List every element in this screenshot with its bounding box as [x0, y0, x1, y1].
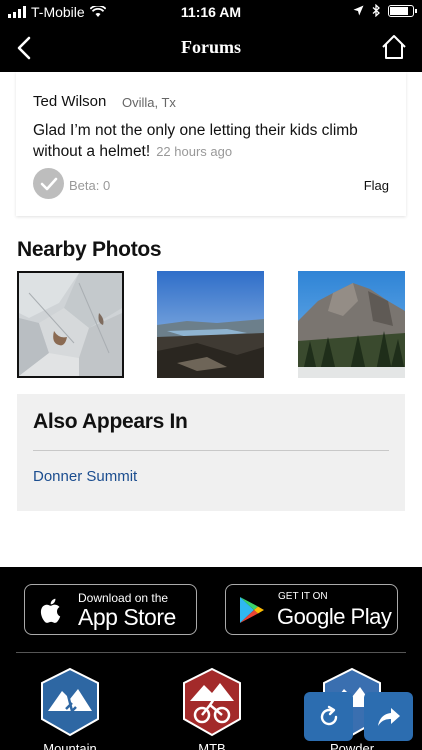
beta-count: Beta: 0	[69, 178, 111, 193]
battery-icon	[388, 4, 417, 17]
comment-location: Ovilla, Tx	[122, 95, 176, 110]
checkmark-icon	[40, 177, 57, 190]
google-play-label: Google Play	[277, 604, 392, 629]
area-link-donner-summit[interactable]: Donner Summit	[33, 468, 137, 485]
page-title: Forums	[181, 37, 241, 57]
app-store-caption: Download on the	[78, 591, 169, 605]
site-label-mountain: Mountain	[43, 741, 97, 750]
status-bar: T-Mobile 11:16 AM	[0, 0, 422, 24]
site-link-mtb[interactable]: MTB	[180, 667, 244, 750]
google-play-button[interactable]: GET IT ON Google Play	[225, 584, 398, 635]
comment-text: Glad I’m not the only one letting their …	[33, 120, 383, 162]
refresh-button[interactable]	[304, 692, 353, 741]
also-appears-in-heading: Also Appears In	[33, 410, 188, 433]
comment-author[interactable]: Ted Wilson	[33, 93, 106, 110]
flag-link[interactable]: Flag	[364, 178, 389, 193]
apple-logo-icon	[40, 598, 61, 623]
comment-timestamp: 22 hours ago	[156, 144, 233, 159]
nearby-photo-3[interactable]	[298, 271, 405, 378]
beta-vote-button[interactable]	[33, 168, 64, 199]
app-store-label: App Store	[78, 604, 176, 630]
site-label-mtb: MTB	[198, 741, 226, 750]
forum-comment-card: Ted Wilson Ovilla, Tx Glad I’m not the o…	[16, 72, 406, 216]
footer: Download on the App Store GET IT ON Goog…	[0, 567, 422, 750]
navigation-bar: Forums	[0, 24, 422, 72]
nearby-photo-1[interactable]	[17, 271, 124, 378]
mtb-project-logo-icon	[183, 667, 241, 737]
lake-vista-image	[157, 271, 264, 378]
nearby-photos-heading: Nearby Photos	[17, 238, 162, 261]
nearby-photo-2[interactable]	[157, 271, 264, 378]
share-button[interactable]	[364, 692, 413, 741]
google-play-caption: GET IT ON	[278, 591, 328, 602]
google-play-logo-icon	[240, 597, 264, 623]
share-arrow-icon	[377, 707, 400, 726]
divider	[33, 450, 389, 451]
refresh-icon	[320, 705, 337, 725]
home-icon[interactable]	[380, 33, 408, 61]
footer-divider	[16, 652, 406, 653]
mountain-peak-image	[298, 271, 405, 378]
location-arrow-icon	[353, 5, 364, 16]
site-link-mountain[interactable]: Mountain	[38, 667, 102, 750]
also-appears-in-panel: Also Appears In Donner Summit	[17, 394, 405, 511]
rock-texture-image	[19, 273, 122, 376]
bluetooth-icon	[372, 4, 380, 17]
site-label-powder: Powder	[329, 741, 375, 750]
app-store-button[interactable]: Download on the App Store	[24, 584, 197, 635]
mountain-project-logo-icon	[41, 667, 99, 737]
